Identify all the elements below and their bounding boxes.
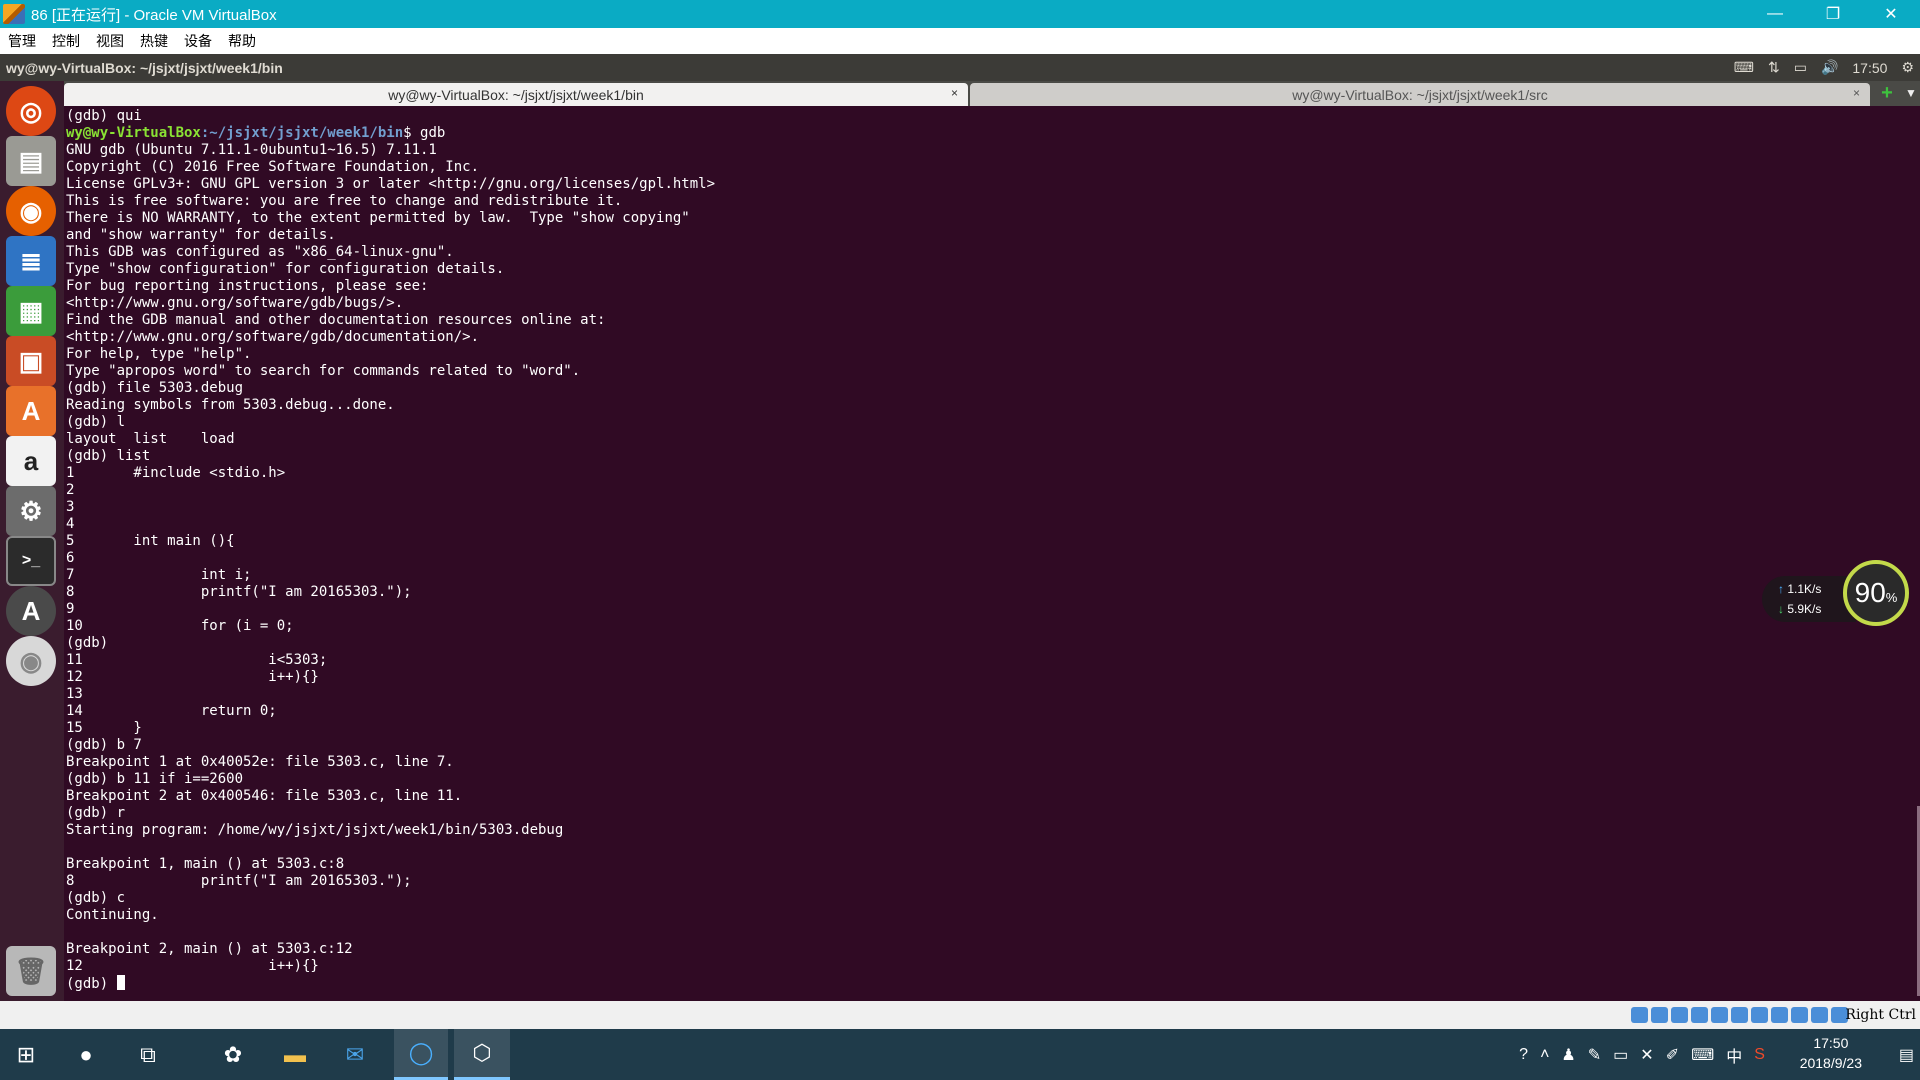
- software-updater-icon[interactable]: A: [6, 586, 56, 636]
- host-titlebar: 86 [正在运行] - Oracle VM VirtualBox — ❐ ✕: [0, 0, 1920, 28]
- trash-icon[interactable]: 🗑: [6, 946, 56, 996]
- prompt-user: wy@wy-VirtualBox: [66, 125, 201, 141]
- amazon-icon[interactable]: a: [6, 436, 56, 486]
- network-icon[interactable]: ⇅: [1768, 59, 1780, 76]
- menu-manage[interactable]: 管理: [8, 31, 36, 51]
- shared-folders-icon[interactable]: [1731, 1007, 1748, 1023]
- battery-icon[interactable]: ▭: [1613, 1045, 1628, 1065]
- software-center-icon[interactable]: A: [6, 386, 56, 436]
- gdb-prompt: (gdb): [66, 976, 117, 992]
- prompt-command: $ gdb: [403, 125, 446, 141]
- gauge-unit: %: [1885, 589, 1898, 605]
- menu-hotkey[interactable]: 热键: [140, 31, 168, 51]
- video-capture-icon[interactable]: [1771, 1007, 1788, 1023]
- new-tab-icon[interactable]: +: [1878, 83, 1896, 103]
- network-speed-widget[interactable]: ↑ 1.1K/s ↓ 5.9K/s 90%: [1760, 560, 1910, 634]
- writer-icon[interactable]: ≣: [6, 236, 56, 286]
- battery-icon[interactable]: ▭: [1794, 59, 1807, 76]
- tab-menu-icon[interactable]: ▼: [1902, 84, 1920, 102]
- hard-disk-icon[interactable]: [1631, 1007, 1648, 1023]
- download-arrow-icon: ↓: [1778, 602, 1788, 616]
- windows-taskbar: ⊞ ● ⧉ ✿ ▬ ✉ ◯ ⬡ ? ˄ ♟ ✎ ▭ ✕ ✐ ⌨ 中 S ▤ 17…: [0, 1029, 1920, 1080]
- app-pinned-icon[interactable]: ✿: [208, 1029, 258, 1080]
- terminal-line: (gdb) qui: [66, 108, 142, 124]
- qq-icon[interactable]: ♟: [1561, 1045, 1575, 1065]
- tab-close-icon[interactable]: ×: [1853, 86, 1860, 100]
- usage-gauge: 90%: [1843, 560, 1909, 626]
- restore-button[interactable]: ❐: [1804, 0, 1862, 28]
- tab-label: wy@wy-VirtualBox: ~/jsjxt/jsjxt/week1/sr…: [1292, 86, 1548, 103]
- system-settings-icon[interactable]: ⚙: [6, 486, 56, 536]
- mute-icon[interactable]: ✕: [1640, 1045, 1653, 1065]
- usb-icon[interactable]: [1711, 1007, 1728, 1023]
- dvd-icon[interactable]: ◉: [6, 636, 56, 686]
- audio-icon[interactable]: [1671, 1007, 1688, 1023]
- impress-icon[interactable]: ▣: [6, 336, 56, 386]
- menu-devices[interactable]: 设备: [184, 31, 212, 51]
- help-icon[interactable]: ?: [1519, 1046, 1528, 1064]
- tab-src[interactable]: wy@wy-VirtualBox: ~/jsjxt/jsjxt/week1/sr…: [970, 83, 1870, 106]
- sogou-icon[interactable]: S: [1754, 1046, 1765, 1064]
- calc-icon[interactable]: ▦: [6, 286, 56, 336]
- gauge-value: 90: [1854, 577, 1886, 608]
- tab-label: wy@wy-VirtualBox: ~/jsjxt/jsjxt/week1/bi…: [388, 86, 644, 103]
- download-speed: ↓ 5.9K/s: [1778, 602, 1821, 616]
- optical-drive-icon[interactable]: [1651, 1007, 1668, 1023]
- text-cursor: [116, 975, 125, 990]
- menu-view[interactable]: 视图: [96, 31, 124, 51]
- network-adapter-icon[interactable]: [1691, 1007, 1708, 1023]
- host-key-label: Right Ctrl: [1845, 1007, 1916, 1023]
- upload-value: 1.1K/s: [1787, 582, 1822, 596]
- upload-arrow-icon: ↑: [1778, 582, 1788, 596]
- show-hidden-icon[interactable]: ˄: [1540, 1046, 1549, 1064]
- speed-panel: ↑ 1.1K/s ↓ 5.9K/s: [1762, 576, 1856, 622]
- windows-start-icon[interactable]: ⊞: [0, 1029, 52, 1080]
- terminal-output: GNU gdb (Ubuntu 7.11.1-0ubuntu1~16.5) 7.…: [66, 142, 716, 974]
- qq-browser-icon[interactable]: ◯: [394, 1029, 448, 1080]
- display-icon[interactable]: [1751, 1007, 1768, 1023]
- ime-indicator[interactable]: 中: [1726, 1043, 1742, 1067]
- close-button[interactable]: ✕: [1862, 0, 1920, 28]
- terminal-icon[interactable]: >_: [6, 536, 56, 586]
- virtualbox-taskbar-icon[interactable]: ⬡: [454, 1029, 510, 1080]
- task-view-icon[interactable]: ⧉: [124, 1029, 172, 1080]
- unity-launcher: ◎ ▤ ◉ ≣ ▦ ▣ A a ⚙ >_ A ◉ 🗑: [0, 81, 64, 1001]
- upload-speed: ↑ 1.1K/s: [1778, 582, 1821, 596]
- notification-icon[interactable]: ▤: [1899, 1045, 1914, 1065]
- tray-app-icon[interactable]: ✎: [1588, 1045, 1601, 1065]
- terminal-view[interactable]: (gdb) qui wy@wy-VirtualBox:~/jsjxt/jsjxt…: [64, 106, 1920, 1001]
- ubuntu-dash-icon[interactable]: ◎: [6, 86, 56, 136]
- prompt-path: :~/jsjxt/jsjxt/week1/bin: [200, 125, 404, 141]
- keyboard-icon[interactable]: ⌨: [1734, 59, 1754, 76]
- menu-help[interactable]: 帮助: [228, 31, 256, 51]
- cortana-icon[interactable]: ●: [62, 1029, 110, 1080]
- clock-date: 2018/9/23: [1799, 1055, 1862, 1071]
- gear-icon[interactable]: ⚙: [1901, 59, 1914, 76]
- files-icon[interactable]: ▤: [6, 136, 56, 186]
- tab-bin[interactable]: wy@wy-VirtualBox: ~/jsjxt/jsjxt/week1/bi…: [64, 83, 968, 106]
- mouse-integration-icon[interactable]: [1811, 1007, 1828, 1023]
- tab-close-icon[interactable]: ×: [951, 86, 958, 100]
- vb-menubar: 管理 控制 视图 热键 设备 帮助: [0, 28, 1920, 54]
- download-value: 5.9K/s: [1787, 602, 1822, 616]
- terminal-tabbar: wy@wy-VirtualBox: ~/jsjxt/jsjxt/week1/bi…: [64, 81, 1920, 106]
- minimize-button[interactable]: —: [1746, 0, 1804, 28]
- pen-icon[interactable]: ✐: [1666, 1045, 1679, 1065]
- taskbar-clock[interactable]: 17:50 2018/9/23: [1800, 1033, 1862, 1073]
- virtualbox-icon: [3, 4, 25, 24]
- panel-clock[interactable]: 17:50: [1852, 60, 1887, 76]
- firefox-icon[interactable]: ◉: [6, 186, 56, 236]
- window-title: 86 [正在运行] - Oracle VM VirtualBox: [31, 6, 277, 24]
- menu-control[interactable]: 控制: [52, 31, 80, 51]
- volume-icon[interactable]: 🔊: [1821, 59, 1838, 76]
- mail-app-icon[interactable]: ✉: [330, 1029, 380, 1080]
- cpu-icon[interactable]: [1791, 1007, 1808, 1023]
- panel-window-title: wy@wy-VirtualBox: ~/jsjxt/jsjxt/week1/bi…: [6, 59, 283, 76]
- vb-statusbar: Right Ctrl: [0, 1001, 1920, 1029]
- file-explorer-icon[interactable]: ▬: [270, 1029, 320, 1080]
- touch-keyboard-icon[interactable]: ⌨: [1691, 1045, 1714, 1065]
- clock-time: 17:50: [1813, 1035, 1849, 1051]
- ubuntu-top-panel: wy@wy-VirtualBox: ~/jsjxt/jsjxt/week1/bi…: [0, 54, 1920, 81]
